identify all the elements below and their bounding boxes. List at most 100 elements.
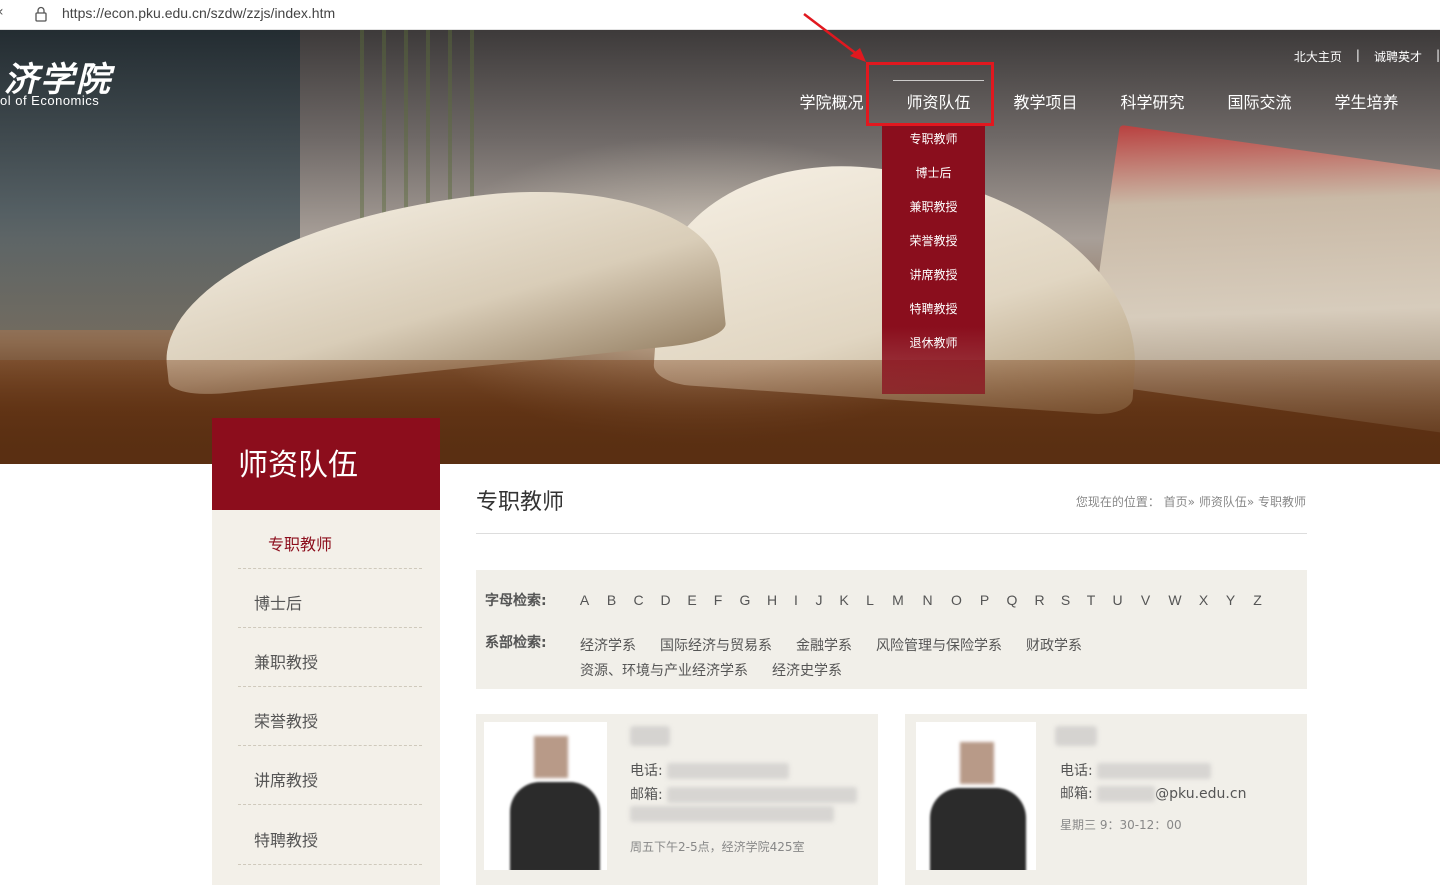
- letter-link[interactable]: L: [857, 592, 883, 608]
- letter-search-label: 字母检索:: [485, 593, 547, 609]
- faculty-photo-blurred: [916, 722, 1036, 870]
- letter-link[interactable]: Y: [1217, 592, 1244, 608]
- letter-link[interactable]: N: [913, 592, 942, 608]
- letter-link[interactable]: X: [1190, 592, 1217, 608]
- phone-value-redacted: [1097, 763, 1212, 779]
- dropdown-item-chair[interactable]: 讲席教授: [882, 262, 985, 296]
- letter-link[interactable]: V: [1131, 592, 1160, 608]
- sidebar-item-honorary[interactable]: 荣誉教授: [238, 687, 422, 746]
- nav-item-research[interactable]: 科学研究: [1099, 90, 1206, 116]
- dept-link[interactable]: 经济学系: [580, 638, 636, 654]
- dept-link[interactable]: 风险管理与保险学系: [876, 638, 1002, 654]
- letter-link[interactable]: B: [598, 592, 625, 608]
- office-hours: 星期三 9：30-12：00: [1060, 818, 1182, 832]
- email-user-redacted: [1097, 786, 1156, 802]
- sidebar-item-chair[interactable]: 讲席教授: [238, 746, 422, 805]
- letter-link[interactable]: W: [1160, 592, 1190, 608]
- letter-link[interactable]: Q: [998, 592, 1026, 608]
- dropdown-item-fulltime[interactable]: 专职教师: [882, 126, 985, 160]
- phone-label: 电话:: [1060, 763, 1093, 779]
- letter-link[interactable]: T: [1078, 592, 1104, 608]
- letter-link[interactable]: J: [807, 592, 831, 608]
- title-divider: [476, 533, 1307, 534]
- page-title: 专职教师: [476, 490, 565, 515]
- back-chevron-icon[interactable]: ‹: [0, 4, 4, 20]
- sidebar-title: 师资队伍: [212, 418, 440, 510]
- dropdown-item-honorary[interactable]: 荣誉教授: [882, 228, 985, 262]
- nav-item-programs[interactable]: 教学项目: [992, 90, 1099, 116]
- letter-link[interactable]: E: [679, 592, 705, 608]
- faculty-photo[interactable]: [916, 722, 1036, 870]
- letter-link[interactable]: H: [759, 592, 785, 608]
- photo-body-blur: [510, 782, 600, 870]
- dropdown-item-retired[interactable]: 退休教师: [882, 330, 985, 364]
- letter-link[interactable]: O: [942, 592, 971, 608]
- email-label: 邮箱:: [630, 787, 663, 803]
- top-links-separator: |: [1435, 48, 1440, 62]
- link-pku-home[interactable]: 北大主页: [1294, 48, 1342, 65]
- sidebar-item-fulltime[interactable]: 专职教师: [238, 510, 422, 569]
- photo-head-blur: [960, 742, 994, 784]
- letter-index: A B C D E F G H I J K L M N O P Q R S T …: [571, 592, 1271, 608]
- dropdown-item-postdoc[interactable]: 博士后: [882, 160, 985, 194]
- dept-link[interactable]: 经济史学系: [772, 663, 842, 679]
- email-domain[interactable]: @pku.edu.cn: [1155, 786, 1246, 802]
- sidebar-item-adjunct[interactable]: 兼职教授: [238, 628, 422, 687]
- faculty-card[interactable]: 电话: 邮箱: @pku.edu.cn 星期三 9：30-12：00: [905, 714, 1307, 885]
- dept-link[interactable]: 金融学系: [796, 638, 852, 654]
- phone-label: 电话:: [630, 763, 663, 779]
- email-value-redacted: [667, 787, 858, 803]
- dept-link[interactable]: 财政学系: [1026, 638, 1082, 654]
- dept-link[interactable]: 国际经济与贸易系: [660, 638, 772, 654]
- phone-value-redacted: [667, 763, 790, 779]
- letter-link[interactable]: C: [625, 592, 652, 608]
- letter-link[interactable]: K: [831, 592, 857, 608]
- annotation-arrow-icon: [803, 13, 866, 62]
- nav-item-students[interactable]: 学生培养: [1313, 90, 1420, 116]
- site-logo-en: ol of Economics: [0, 93, 100, 108]
- faculty-photo-blurred: [484, 722, 607, 870]
- sidebar-item-distinguished[interactable]: 特聘教授: [238, 806, 422, 865]
- photo-body-blur: [930, 788, 1026, 870]
- letter-link[interactable]: Z: [1244, 592, 1271, 608]
- top-links: 北大主页 | 诚聘英才 |: [1294, 48, 1440, 65]
- faculty-phone: 电话:: [1060, 760, 1212, 780]
- office-hours: 周五下午2-5点，经济学院425室: [630, 840, 805, 854]
- faculty-email: 邮箱:: [630, 784, 858, 804]
- letter-link[interactable]: F: [705, 592, 731, 608]
- dropdown-item-distinguished[interactable]: 特聘教授: [882, 296, 985, 330]
- email-label: 邮箱:: [1060, 786, 1093, 802]
- letter-link[interactable]: G: [731, 592, 759, 608]
- photo-head-blur: [534, 736, 568, 778]
- dropdown-item-adjunct[interactable]: 兼职教授: [882, 194, 985, 228]
- lock-icon: [35, 6, 47, 22]
- letter-link[interactable]: A: [571, 592, 598, 608]
- faculty-phone: 电话:: [630, 760, 790, 780]
- sidebar-item-postdoc[interactable]: 博士后: [238, 569, 422, 628]
- dept-search-label: 系部检索:: [485, 635, 547, 651]
- faculty-name-redacted: [630, 726, 670, 746]
- dept-link[interactable]: 资源、环境与产业经济学系: [580, 663, 748, 679]
- sidebar-menu: 专职教师 博士后 兼职教授 荣誉教授 讲席教授 特聘教授: [212, 510, 440, 885]
- nav-item-international[interactable]: 国际交流: [1206, 90, 1313, 116]
- letter-link[interactable]: R: [1026, 592, 1053, 608]
- faculty-card[interactable]: 电话: 邮箱: 周五下午2-5点，经济学院425室: [476, 714, 878, 885]
- letter-link[interactable]: U: [1104, 592, 1131, 608]
- faculty-photo[interactable]: [484, 722, 607, 870]
- department-list: 经济学系 国际经济与贸易系 金融学系 风险管理与保险学系 财政学系 资源、环境与产业经济…: [580, 634, 1180, 684]
- letter-link[interactable]: S: [1053, 592, 1078, 608]
- browser-address-bar[interactable]: ‹ https://econ.pku.edu.cn/szdw/zzjs/inde…: [0, 0, 1440, 30]
- letter-link[interactable]: M: [883, 592, 913, 608]
- faculty-name-redacted: [1055, 726, 1097, 746]
- url-text[interactable]: https://econ.pku.edu.cn/szdw/zzjs/index.…: [62, 5, 335, 21]
- top-links-separator: |: [1355, 48, 1360, 62]
- annotation-highlight-box: [866, 62, 994, 126]
- search-filter-panel: 字母检索: A B C D E F G H I J K L M N O P Q …: [476, 570, 1307, 689]
- faculty-title-redacted: [630, 806, 834, 822]
- letter-link[interactable]: P: [971, 592, 998, 608]
- faculty-dropdown-menu: 专职教师 博士后 兼职教授 荣誉教授 讲席教授 特聘教授 退休教师: [882, 126, 985, 394]
- letter-link[interactable]: D: [652, 592, 679, 608]
- breadcrumb[interactable]: 您现在的位置： 首页» 师资队伍» 专职教师: [1076, 493, 1306, 510]
- link-careers[interactable]: 诚聘英才: [1374, 48, 1422, 65]
- letter-link[interactable]: I: [785, 592, 807, 608]
